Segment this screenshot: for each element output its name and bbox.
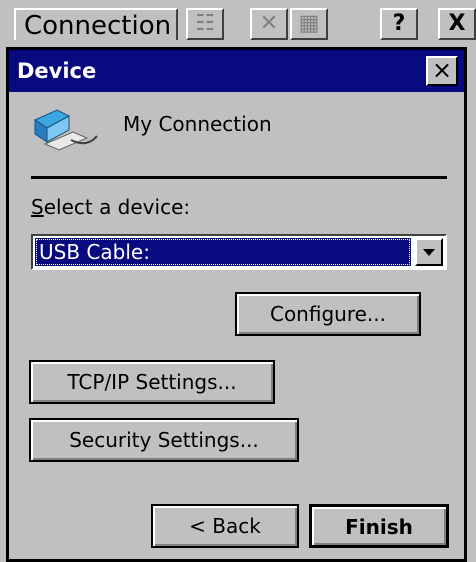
chevron-down-icon[interactable] bbox=[415, 238, 443, 266]
toolbar-properties-button[interactable]: ▦ bbox=[290, 8, 328, 40]
delete-icon: ✕ bbox=[259, 11, 279, 36]
parent-toolbar: Connection ☷ ✕ ▦ ? X bbox=[0, 0, 476, 44]
toolbar-help-button[interactable]: ? bbox=[380, 8, 418, 40]
connection-name: My Connection bbox=[123, 112, 272, 136]
connection-tab[interactable]: Connection bbox=[14, 8, 178, 40]
properties-icon: ▦ bbox=[298, 11, 320, 36]
parent-close-button[interactable]: X bbox=[438, 8, 476, 40]
select-label-mnemonic: S bbox=[31, 195, 44, 219]
connection-icon bbox=[33, 109, 98, 151]
dialog-close-button[interactable]: × bbox=[426, 56, 458, 86]
security-settings-button[interactable]: Security Settings... bbox=[29, 418, 299, 462]
dialog-titlebar: Device × bbox=[9, 50, 464, 92]
device-select-value: USB Cable: bbox=[35, 238, 411, 266]
back-button[interactable]: < Back bbox=[151, 504, 299, 548]
toolbar-delete-button[interactable]: ✕ bbox=[250, 8, 288, 40]
divider bbox=[31, 176, 447, 179]
toolbar-dial-button[interactable]: ☷ bbox=[186, 8, 224, 40]
dial-icon: ☷ bbox=[195, 11, 215, 36]
finish-button[interactable]: Finish bbox=[309, 504, 449, 548]
select-device-label: Select a device: bbox=[31, 195, 191, 219]
tcpip-settings-button[interactable]: TCP/IP Settings... bbox=[29, 360, 275, 404]
dialog-title: Device bbox=[17, 59, 97, 83]
device-dialog: Device × My Connection Select a device: … bbox=[6, 47, 467, 562]
device-select[interactable]: USB Cable: bbox=[31, 234, 447, 270]
configure-button[interactable]: Configure... bbox=[235, 292, 421, 336]
